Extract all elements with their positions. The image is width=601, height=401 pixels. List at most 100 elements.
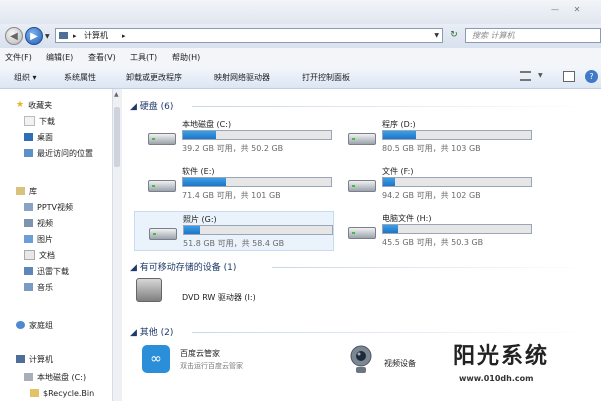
documents-icon xyxy=(24,250,35,260)
drive-icon xyxy=(24,373,33,381)
group-divider xyxy=(192,106,592,107)
usage-bar-fill xyxy=(383,178,395,186)
drive-name: 电脑文件 (H:) xyxy=(382,214,432,223)
help-icon[interactable]: ? xyxy=(585,70,598,83)
drive-e[interactable]: 软件 (E:) 71.4 GB 可用，共 101 GB xyxy=(134,164,334,204)
drive-free-space: 80.5 GB 可用，共 103 GB xyxy=(382,144,481,153)
title-bar: — ✕ xyxy=(0,0,601,26)
close-button[interactable]: ✕ xyxy=(566,3,588,16)
webcam-label[interactable]: 视频设备 xyxy=(384,358,416,369)
star-icon: ★ xyxy=(16,100,25,110)
breadcrumb-separator-2[interactable]: ▸ xyxy=(122,30,126,42)
menu-file[interactable]: 文件(F) xyxy=(5,52,32,63)
drive-g[interactable]: 照片 (G:) 51.8 GB 可用，共 58.4 GB xyxy=(134,211,334,251)
back-button[interactable]: ◀ xyxy=(5,27,23,45)
group-other[interactable]: ◢ 其他 (2) xyxy=(130,325,173,338)
address-dropdown-icon[interactable]: ▼ xyxy=(434,30,439,42)
nav-documents[interactable]: 文档 xyxy=(24,249,55,261)
nav-recent-places-label: 最近访问的位置 xyxy=(37,148,93,158)
refresh-button[interactable]: ↻ xyxy=(447,28,461,43)
group-hard-drives-label: 硬盘 (6) xyxy=(139,102,174,112)
system-properties-button[interactable]: 系统属性 xyxy=(64,72,96,83)
menu-help[interactable]: 帮助(H) xyxy=(172,52,200,63)
hard-drive-icon xyxy=(149,228,177,240)
dvd-drive-label[interactable]: DVD RW 驱动器 (I:) xyxy=(182,292,256,303)
nav-libraries-label: 库 xyxy=(29,186,37,196)
scroll-up-icon[interactable]: ▲ xyxy=(114,91,119,98)
drive-name: 文件 (F:) xyxy=(382,167,414,176)
usage-bar-fill xyxy=(183,131,216,139)
baidu-cloud-icon[interactable]: ∞ xyxy=(142,345,170,373)
group-divider xyxy=(192,332,592,333)
library-icon xyxy=(16,187,25,195)
recent-pages-dropdown[interactable]: ▼ xyxy=(45,33,50,40)
downloads-folder-icon xyxy=(24,116,35,126)
nav-thunder-label: 迅雷下载 xyxy=(37,266,69,276)
navigation-bar: ◀ ▶ ▼ ▸ 计算机 ▸ ▼ ↻ 搜索 计算机 xyxy=(0,24,601,49)
menu-edit[interactable]: 编辑(E) xyxy=(46,52,73,63)
drive-h[interactable]: 电脑文件 (H:) 45.5 GB 可用，共 50.3 GB xyxy=(334,211,534,251)
open-control-panel-button[interactable]: 打开控制面板 xyxy=(302,72,350,83)
preview-pane-icon[interactable] xyxy=(563,71,575,82)
nav-recent-places[interactable]: 最近访问的位置 xyxy=(24,147,93,159)
menu-view[interactable]: 查看(V) xyxy=(88,52,116,63)
nav-computer[interactable]: 计算机 xyxy=(16,353,53,365)
drive-free-space: 45.5 GB 可用，共 50.3 GB xyxy=(382,238,484,247)
organize-button[interactable]: 组织 ▾ xyxy=(14,72,37,83)
view-options-icon[interactable] xyxy=(520,71,531,81)
menu-tools[interactable]: 工具(T) xyxy=(130,52,157,63)
group-divider xyxy=(272,267,592,268)
nav-videos[interactable]: 视频 xyxy=(24,217,53,229)
navigation-scrollbar[interactable]: ▲ xyxy=(112,89,122,401)
scrollbar-thumb[interactable] xyxy=(114,107,120,167)
nav-local-disk-c[interactable]: 本地磁盘 (C:) xyxy=(24,371,86,383)
nav-favorites[interactable]: ★ 收藏夹 xyxy=(16,99,52,111)
collapse-arrow-icon: ◢ xyxy=(130,263,137,273)
arrow-right-icon: ▶ xyxy=(30,31,38,42)
usage-bar xyxy=(382,130,532,140)
usage-bar xyxy=(183,225,333,235)
group-hard-drives[interactable]: ◢ 硬盘 (6) xyxy=(130,99,173,112)
webcam-icon[interactable] xyxy=(348,345,374,375)
view-dropdown-icon[interactable]: ▼ xyxy=(538,72,543,79)
nav-music[interactable]: 音乐 xyxy=(24,281,53,293)
nav-pictures[interactable]: 图片 xyxy=(24,233,53,245)
usage-bar-fill xyxy=(383,131,416,139)
drive-f[interactable]: 文件 (F:) 94.2 GB 可用，共 102 GB xyxy=(334,164,534,204)
map-network-drive-button[interactable]: 映射网络驱动器 xyxy=(214,72,270,83)
drive-name: 软件 (E:) xyxy=(182,167,215,176)
nav-downloads[interactable]: 下载 xyxy=(24,115,55,127)
usage-bar xyxy=(382,177,532,187)
breadcrumb-computer[interactable]: 计算机 xyxy=(84,30,108,42)
drive-d[interactable]: 程序 (D:) 80.5 GB 可用，共 103 GB xyxy=(334,117,534,157)
group-removable-storage[interactable]: ◢ 有可移动存储的设备 (1) xyxy=(130,260,236,273)
nav-thunder-downloads[interactable]: 迅雷下载 xyxy=(24,265,69,277)
breadcrumb-separator[interactable]: ▸ xyxy=(73,30,77,42)
video-library-icon xyxy=(24,203,33,211)
nav-desktop-label: 桌面 xyxy=(37,132,53,142)
minimize-button[interactable]: — xyxy=(548,3,562,16)
nav-downloads-label: 下载 xyxy=(39,116,55,126)
command-toolbar: 组织 ▾ 系统属性 卸载或更改程序 映射网络驱动器 打开控制面板 ▼ ? xyxy=(0,66,601,89)
search-input[interactable]: 搜索 计算机 xyxy=(465,28,601,43)
usage-bar xyxy=(182,130,332,140)
nav-desktop[interactable]: 桌面 xyxy=(24,131,53,143)
dvd-drive-icon[interactable] xyxy=(136,278,162,302)
watermark-url: www.010dh.com xyxy=(459,374,534,383)
nav-libraries[interactable]: 库 xyxy=(16,185,37,197)
refresh-icon: ↻ xyxy=(450,30,458,40)
nav-recycle-bin-label: $Recycle.Bin xyxy=(43,388,95,398)
nav-recycle-bin-folder[interactable]: $Recycle.Bin xyxy=(30,387,94,399)
forward-button[interactable]: ▶ xyxy=(25,27,43,45)
drive-c[interactable]: 本地磁盘 (C:) 39.2 GB 可用，共 50.2 GB xyxy=(134,117,334,157)
watermark-title: 阳光系统 xyxy=(453,344,550,369)
nav-homegroup[interactable]: 家庭组 xyxy=(16,319,53,331)
address-bar[interactable]: ▸ 计算机 ▸ ▼ xyxy=(55,28,443,43)
group-other-label: 其他 (2) xyxy=(139,328,174,338)
hard-drive-icon xyxy=(148,133,176,145)
hard-drive-icon xyxy=(148,180,176,192)
recent-places-icon xyxy=(24,149,33,157)
baidu-cloud-name[interactable]: 百度云管家 xyxy=(180,348,220,359)
nav-pptv-video[interactable]: PPTV视频 xyxy=(24,201,73,213)
uninstall-program-button[interactable]: 卸载或更改程序 xyxy=(126,72,182,83)
